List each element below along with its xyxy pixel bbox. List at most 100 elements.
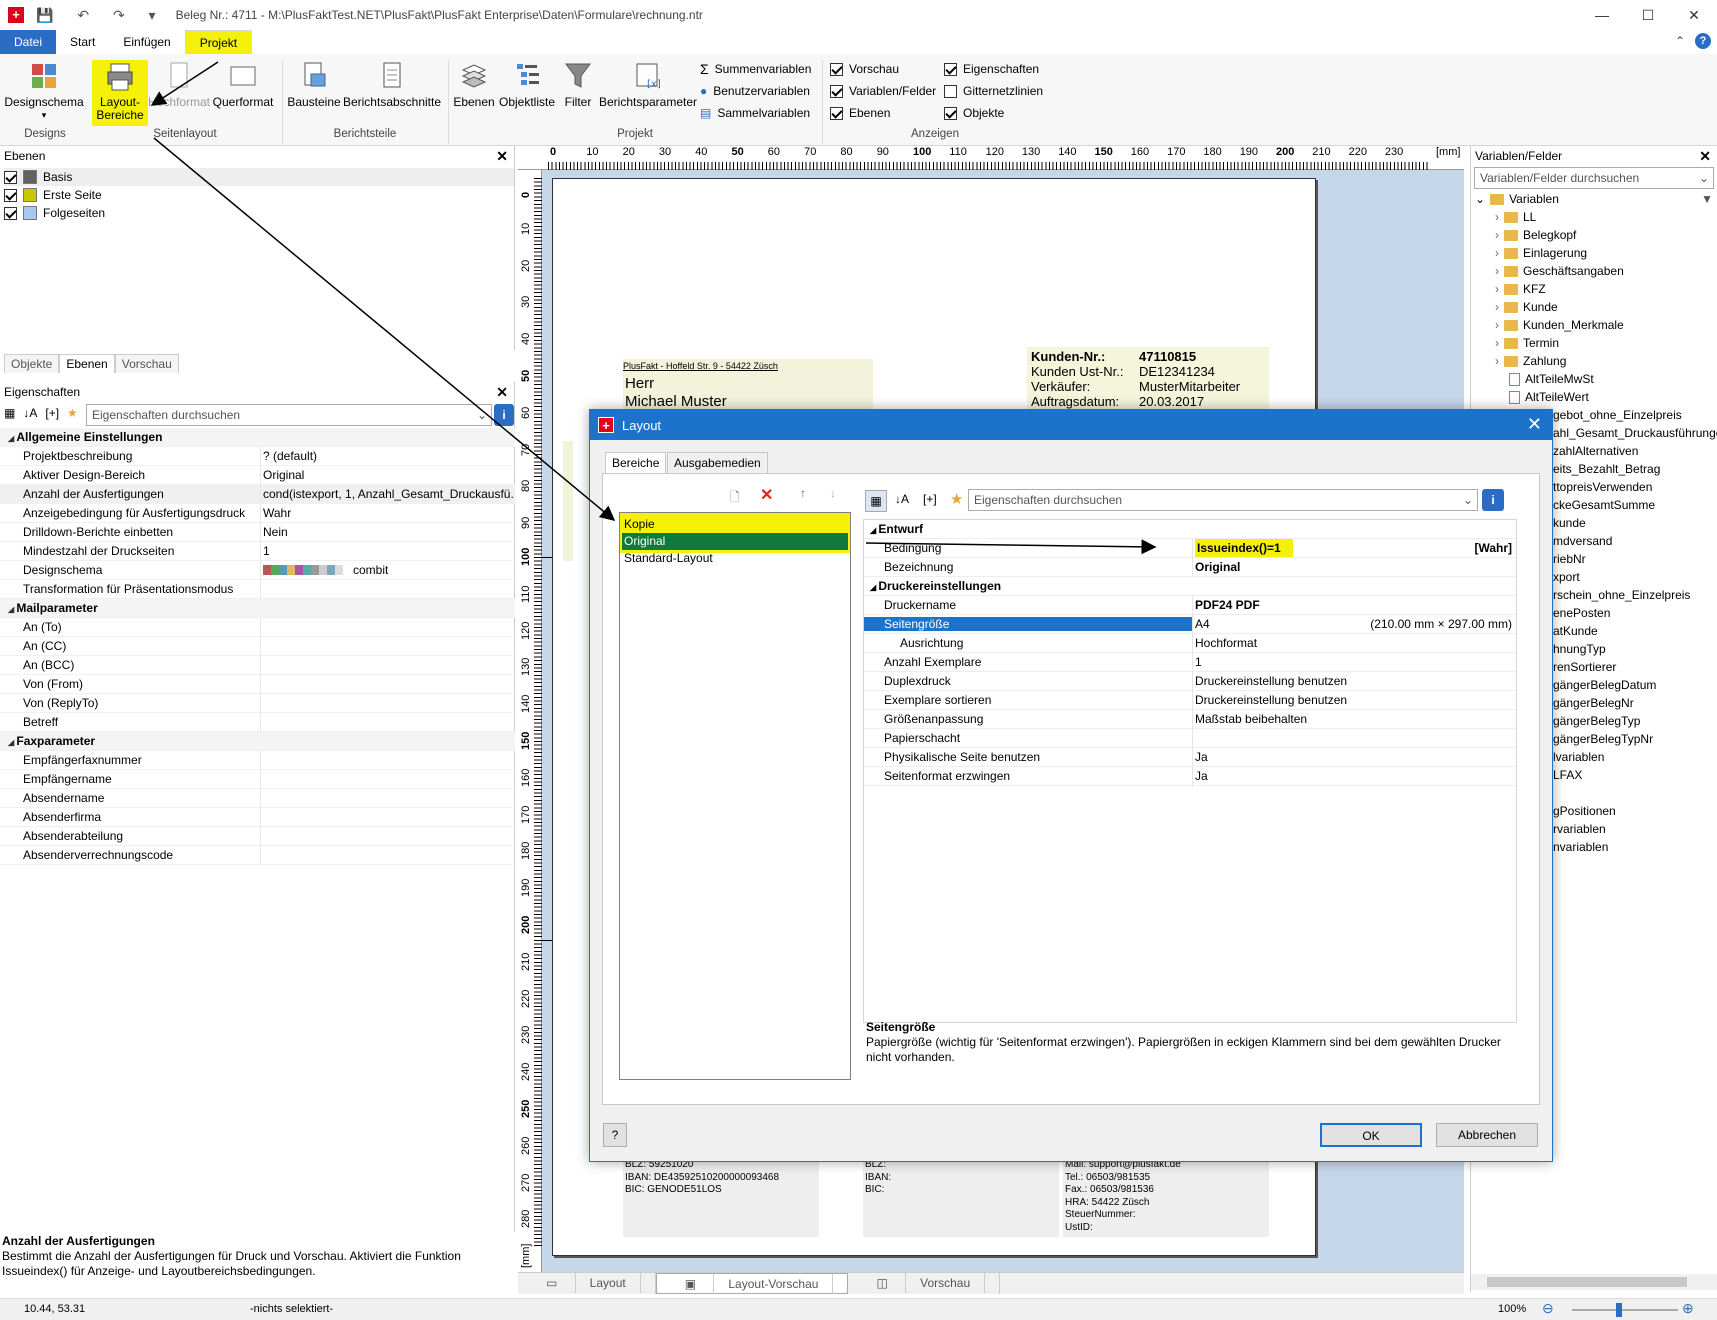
querformat-button[interactable]: Querformat — [212, 60, 274, 109]
tab-datei[interactable]: Datei — [0, 30, 57, 54]
tree-item[interactable]: lvariablen — [1553, 748, 1604, 766]
dialog-property-value[interactable] — [1192, 728, 1516, 748]
collapse-ribbon-icon[interactable]: ⌃ — [1675, 34, 1685, 48]
new-area-icon[interactable]: 🗋 — [730, 488, 740, 509]
horizontal-scrollbar[interactable] — [1471, 1274, 1717, 1290]
chevron-down-icon[interactable]: ⌄ — [477, 405, 487, 425]
tree-item[interactable]: rvariablen — [1553, 820, 1606, 838]
tree-item[interactable]: atKunde — [1553, 622, 1598, 640]
tree-item[interactable]: ttopreisVerwenden — [1553, 478, 1652, 496]
move-down-icon[interactable]: ↓ — [830, 486, 836, 500]
layer-item[interactable]: Erste Seite — [4, 186, 102, 204]
tree-item[interactable]: zahlAlternativen — [1553, 442, 1638, 460]
property-row[interactable]: An (To) — [0, 617, 515, 637]
dialog-property-row[interactable]: Seitengröße A4 (210.00 mm × 297.00 mm) — [864, 614, 1516, 634]
categorized-icon[interactable]: ▦ — [4, 406, 15, 420]
tree-item[interactable]: ahl_Gesamt_Druckausführunge — [1553, 424, 1717, 442]
tree-folder[interactable]: › Kunden_Merkmale — [1495, 316, 1624, 334]
property-row[interactable]: Designschema combit — [0, 560, 515, 580]
designschema-button[interactable]: Designschema ▾ — [4, 60, 84, 122]
zoom-in-icon[interactable]: ⊕ — [1682, 1300, 1694, 1317]
dialog-section[interactable]: Entwurf — [864, 520, 1516, 539]
layer-item[interactable]: Basis — [4, 168, 514, 186]
tab-ausgabemedien[interactable]: Ausgabemedien — [667, 452, 768, 474]
benutzervariablen-button[interactable]: ● Benutzervariablen — [700, 81, 810, 101]
tab-bereiche[interactable]: Bereiche — [605, 452, 667, 474]
tree-item[interactable]: gängerBelegDatum — [1553, 676, 1656, 694]
property-row[interactable]: Von (From) — [0, 674, 515, 694]
dialog-property-value[interactable]: Druckereinstellung benutzen — [1192, 690, 1516, 710]
property-row[interactable]: Betreff — [0, 712, 515, 732]
tree-item[interactable]: AltTeileWert — [1509, 388, 1589, 406]
property-value[interactable] — [260, 750, 515, 770]
check-vorschau[interactable]: Vorschau — [830, 59, 899, 79]
dialog-property-row[interactable]: Druckername PDF24 PDF — [864, 595, 1516, 615]
close-icon[interactable]: ✕ — [496, 146, 508, 166]
dialog-property-value[interactable]: Ja — [1192, 766, 1516, 786]
dialog-close-icon[interactable]: ✕ — [1527, 414, 1542, 435]
categorized-icon[interactable]: ▦ — [865, 490, 887, 512]
property-row[interactable]: Absenderverrechnungscode — [0, 845, 515, 865]
cancel-button[interactable]: Abbrechen — [1436, 1123, 1538, 1147]
layout-bereiche-button[interactable]: Layout- Bereiche — [92, 60, 148, 126]
ebenen-button[interactable]: Ebenen — [452, 60, 496, 109]
property-value[interactable] — [260, 579, 515, 599]
dialog-property-row[interactable]: Duplexdruck Druckereinstellung benutzen — [864, 671, 1516, 691]
property-row[interactable]: Drilldown-Berichte einbetten Nein — [0, 522, 515, 542]
info-icon[interactable]: i — [494, 404, 514, 426]
tab-projekt[interactable]: Projekt — [184, 30, 253, 54]
tree-folder[interactable]: › KFZ — [1495, 280, 1546, 298]
property-value[interactable] — [260, 769, 515, 789]
expand-icon[interactable]: [+] — [923, 492, 937, 506]
tree-folder[interactable]: › Belegkopf — [1495, 226, 1576, 244]
delete-icon[interactable]: ✕ — [760, 485, 773, 505]
summenvariablen-button[interactable]: Σ Summenvariablen — [700, 59, 811, 79]
tree-item[interactable]: xport — [1553, 568, 1580, 586]
tree-folder[interactable]: › Kunde — [1495, 298, 1558, 316]
ok-button[interactable]: OK — [1320, 1123, 1422, 1147]
properties-section[interactable]: Mailparameter — [0, 599, 515, 618]
dialog-property-value[interactable]: A4 (210.00 mm × 297.00 mm) — [1192, 614, 1516, 634]
property-value[interactable] — [260, 655, 515, 675]
dialog-help-button[interactable]: ? — [603, 1123, 627, 1147]
zoom-slider-thumb[interactable] — [1616, 1303, 1622, 1317]
property-value[interactable] — [260, 807, 515, 827]
property-row[interactable]: An (CC) — [0, 636, 515, 656]
variables-search-input[interactable]: Variablen/Felder durchsuchen ⌄ — [1474, 167, 1714, 189]
chevron-down-icon[interactable]: ⌄ — [1699, 168, 1709, 188]
property-row[interactable]: Mindestzahl der Druckseiten 1 — [0, 541, 515, 561]
chevron-down-icon[interactable]: ⌄ — [1463, 490, 1473, 510]
dialog-property-row[interactable]: Seitenformat erzwingen Ja — [864, 766, 1516, 786]
layer-item[interactable]: Folgeseiten — [4, 204, 105, 222]
properties-section[interactable]: Allgemeine Einstellungen — [0, 428, 515, 447]
filter-icon[interactable]: ▼ — [1701, 192, 1713, 206]
tree-item[interactable]: enePosten — [1553, 604, 1610, 622]
tree-root[interactable]: ⌄ Variablen — [1475, 190, 1559, 208]
tree-item[interactable]: ckeGesamtSumme — [1553, 496, 1655, 514]
tab-vorschau[interactable]: Vorschau — [114, 354, 179, 373]
hochformat-button[interactable]: Hochformat — [148, 60, 210, 109]
check-ebenen[interactable]: Ebenen — [830, 103, 890, 123]
property-value[interactable] — [260, 674, 515, 694]
property-row[interactable]: Absendername — [0, 788, 515, 808]
dialog-section[interactable]: Druckereinstellungen — [864, 577, 1516, 596]
property-value[interactable] — [260, 712, 515, 732]
property-row[interactable]: Anzeigebedingung für Ausfertigungsdruck W… — [0, 503, 515, 523]
property-value[interactable]: cond(istexport, 1, Anzahl_Gesamt_Druckau… — [260, 484, 515, 504]
property-value[interactable]: Nein — [260, 522, 515, 542]
close-icon[interactable]: ✕ — [496, 382, 508, 402]
tree-folder[interactable]: › Einlagerung — [1495, 244, 1587, 262]
checkbox-icon[interactable] — [4, 206, 17, 220]
tab-vorschau-canvas[interactable]: ◫ Vorschau — [848, 1273, 1001, 1294]
tree-folder[interactable]: › Termin — [1495, 334, 1559, 352]
tree-item[interactable]: rschein_ohne_Einzelpreis — [1553, 586, 1690, 604]
dialog-property-row[interactable]: Größenanpassung Maßstab beibehalten — [864, 709, 1516, 729]
dialog-property-row[interactable]: Anzahl Exemplare 1 — [864, 652, 1516, 672]
property-row[interactable]: Projektbeschreibung ? (default) — [0, 446, 515, 466]
check-gitternetzlinien[interactable]: Gitternetzlinien — [944, 81, 1043, 101]
dialog-property-row[interactable]: Ausrichtung Hochformat — [864, 633, 1516, 653]
property-value[interactable] — [260, 826, 515, 846]
zoom-slider[interactable] — [1572, 1309, 1678, 1311]
tab-start[interactable]: Start — [56, 30, 109, 54]
tree-item[interactable]: eits_Bezahlt_Betrag — [1553, 460, 1660, 478]
